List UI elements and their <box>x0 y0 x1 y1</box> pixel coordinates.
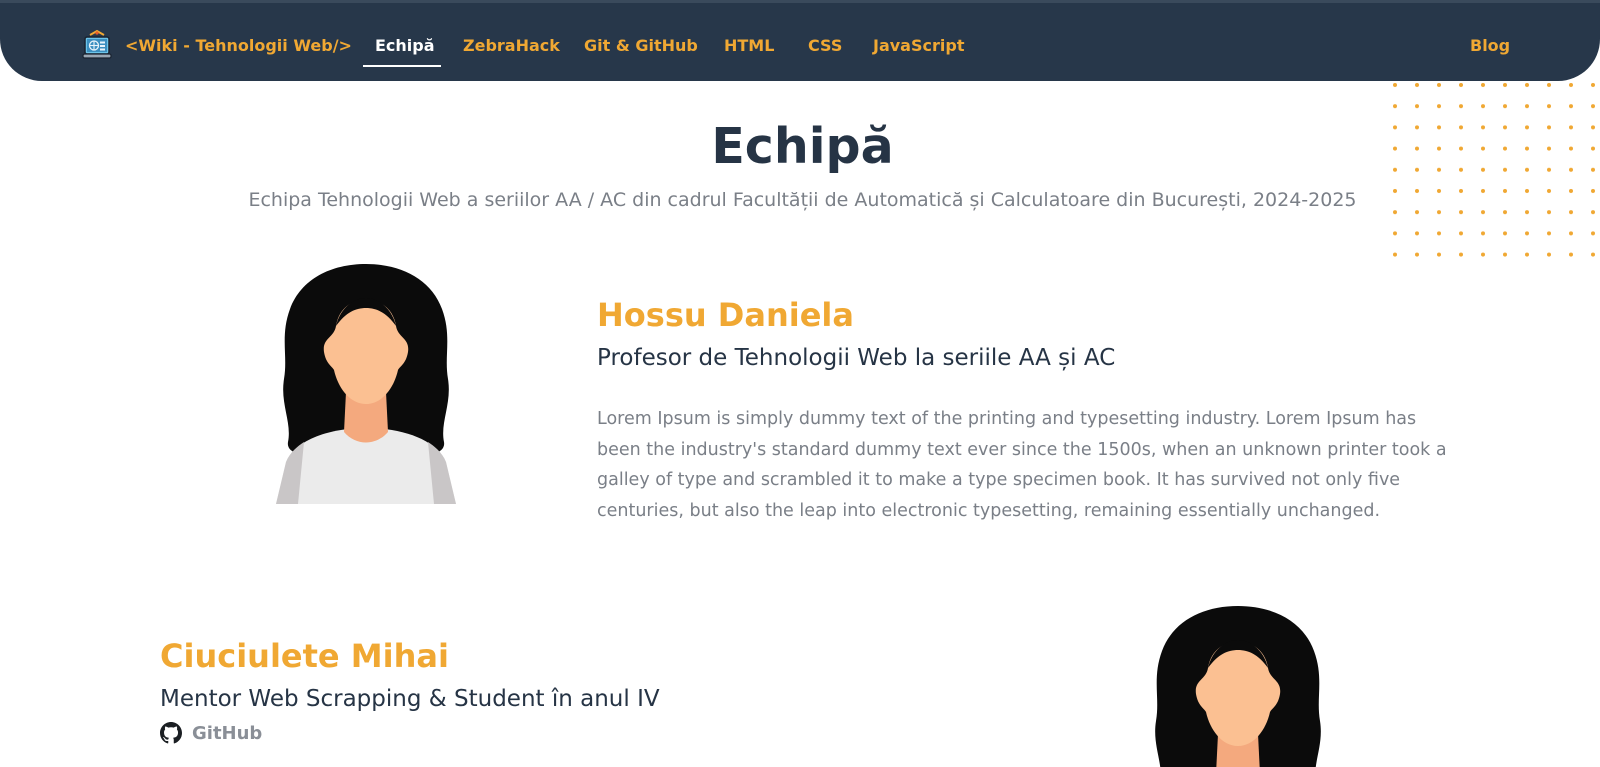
member-name: Hossu Daniela <box>597 296 854 334</box>
nav-link-git-github[interactable]: Git & GitHub <box>584 36 698 55</box>
nav-link-zebrahack[interactable]: ZebraHack <box>463 36 560 55</box>
nav-link-css[interactable]: CSS <box>808 36 842 55</box>
github-link[interactable]: GitHub <box>160 722 262 744</box>
laptop-logo-icon <box>82 29 112 59</box>
member-name: Ciuciulete Mihai <box>160 637 449 675</box>
nav-link-javascript[interactable]: JavaScript <box>873 36 964 55</box>
navbar: <Wiki - Tehnologii Web/> Echipă ZebraHac… <box>0 0 1600 81</box>
github-link-label: GitHub <box>192 722 263 744</box>
nav-link-echipa[interactable]: Echipă <box>375 36 435 55</box>
page-title: Echipă <box>711 118 894 175</box>
nav-link-html[interactable]: HTML <box>724 36 774 55</box>
active-tab-indicator <box>363 65 441 67</box>
nav-link-blog[interactable]: Blog <box>1470 36 1510 55</box>
avatar-hossu-daniela <box>276 264 456 504</box>
github-icon <box>160 722 182 744</box>
member-role: Mentor Web Scrapping & Student în anul I… <box>160 686 660 712</box>
member-bio: Lorem Ipsum is simply dummy text of the … <box>597 409 1447 521</box>
avatar-ciuciulete-mihai <box>1155 606 1321 767</box>
member-role: Profesor de Tehnologii Web la seriile AA… <box>597 345 1116 371</box>
brand-link[interactable]: <Wiki - Tehnologii Web/> <box>81 29 352 61</box>
brand-title: <Wiki - Tehnologii Web/> <box>125 35 352 55</box>
page-subtitle: Echipa Tehnologii Web a seriilor AA / AC… <box>248 189 1357 211</box>
